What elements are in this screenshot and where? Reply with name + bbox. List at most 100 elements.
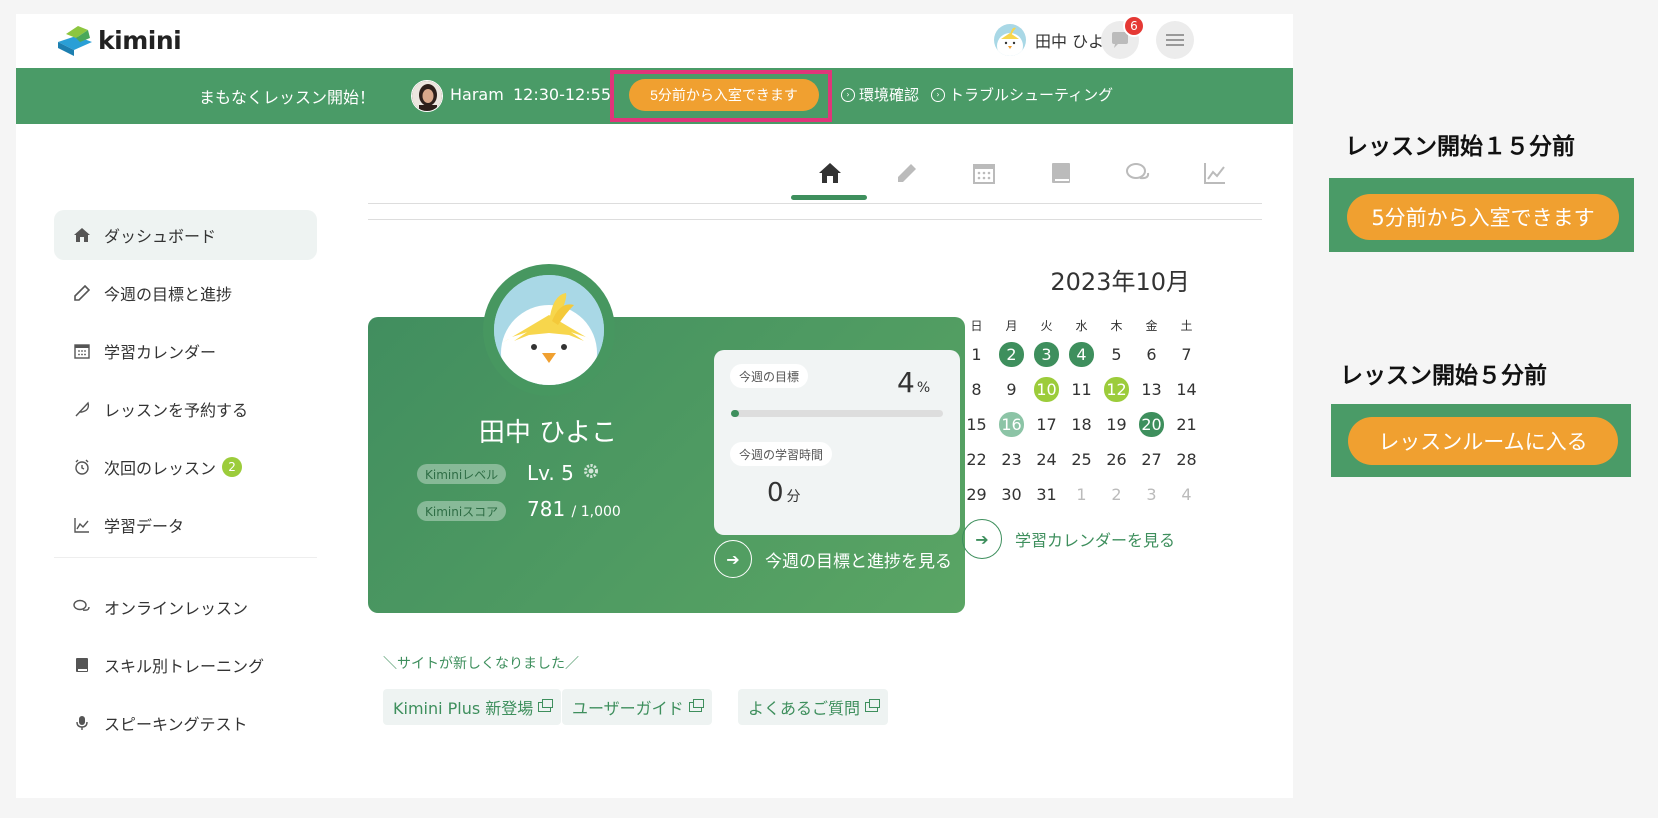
calendar-day[interactable]: 9	[994, 372, 1029, 407]
sidebar-item-label: 今週の目標と進捗	[104, 285, 233, 304]
calendar-day[interactable]: 13	[1134, 372, 1169, 407]
gear-icon[interactable]	[582, 462, 600, 484]
calendar-icon	[72, 341, 92, 361]
troubleshooting-link[interactable]: › トラブルシューティング	[931, 84, 1113, 105]
calendar-day[interactable]: 1	[1064, 477, 1099, 512]
calendar-day[interactable]: 29	[959, 477, 994, 512]
home-icon	[818, 163, 841, 183]
calendar-day[interactable]: 8	[959, 372, 994, 407]
calendar-day-number: 1	[1076, 485, 1087, 504]
calendar-day-number: 31	[1036, 485, 1057, 504]
sidebar-item-label: 次回のレッスン	[104, 459, 217, 478]
profile-avatar-ring	[483, 264, 615, 396]
calendar-day[interactable]: 3	[1029, 337, 1064, 372]
weekly-goal-progress-bar	[731, 410, 943, 417]
calendar-day[interactable]: 31	[1029, 477, 1064, 512]
environment-check-link[interactable]: › 環境確認	[841, 84, 919, 105]
calendar-day[interactable]: 30	[994, 477, 1029, 512]
kimini-score-label: Kiminiスコア	[417, 501, 507, 521]
sidebar-item-label: スピーキングテスト	[104, 715, 248, 734]
calendar-day[interactable]: 10	[1029, 372, 1064, 407]
tab-training[interactable]	[1022, 149, 1099, 197]
calendar-day-number: 30	[1001, 485, 1022, 504]
calendar-day[interactable]: 17	[1029, 407, 1064, 442]
kimini-plus-link[interactable]: Kimini Plus 新登場	[383, 689, 562, 725]
calendar-day[interactable]: 26	[1099, 442, 1134, 477]
calendar-day[interactable]: 21	[1169, 407, 1204, 442]
menu-icon	[1166, 34, 1184, 46]
tab-weekly-goal[interactable]	[868, 149, 945, 197]
annotation-15min-button[interactable]: 5分前から入室できます	[1347, 194, 1619, 240]
user-guide-link[interactable]: ユーザーガイド	[562, 689, 712, 725]
calendar-day[interactable]: 22	[959, 442, 994, 477]
kimini-score: 781 / 1,000	[527, 497, 621, 521]
calendar-day[interactable]: 11	[1064, 372, 1099, 407]
tab-home[interactable]	[791, 149, 868, 200]
faq-label: よくあるご質問	[748, 699, 861, 718]
calendar-day[interactable]: 4	[1169, 477, 1204, 512]
sidebar-item-speaking-test[interactable]: スピーキングテスト	[54, 698, 317, 748]
weekly-goal-link[interactable]: ➔ 今週の目標と進捗を見る	[714, 540, 952, 578]
calendar-day[interactable]: 1	[959, 337, 994, 372]
calendar-day[interactable]: 4	[1064, 337, 1099, 372]
sidebar-item-weekly-goal[interactable]: 今週の目標と進捗	[54, 268, 317, 318]
calendar-day-number: 8	[971, 380, 982, 399]
calendar-day-number: 10	[1034, 377, 1059, 402]
study-time-label: 今週の学習時間	[730, 442, 833, 466]
messages-button[interactable]: 6	[1101, 15, 1145, 59]
tab-calendar[interactable]	[945, 149, 1022, 197]
user-avatar	[994, 24, 1026, 56]
calendar-day[interactable]: 5	[1099, 337, 1134, 372]
kimini-plus-label: Kimini Plus 新登場	[393, 699, 534, 718]
calendar-weekday: 水	[1075, 318, 1088, 333]
calendar-day[interactable]: 15	[959, 407, 994, 442]
sidebar-item-next-lesson[interactable]: 次回のレッスン 2	[54, 442, 317, 492]
calendar-day[interactable]: 19	[1099, 407, 1134, 442]
calendar-day[interactable]: 6	[1134, 337, 1169, 372]
calendar-day[interactable]: 3	[1134, 477, 1169, 512]
calendar-day[interactable]: 14	[1169, 372, 1204, 407]
faq-link[interactable]: よくあるご質問	[738, 689, 889, 725]
calendar-weekday: 月	[1005, 318, 1018, 333]
calendar-day[interactable]: 27	[1134, 442, 1169, 477]
calendar-day[interactable]: 24	[1029, 442, 1064, 477]
weekly-goal-label: 今週の目標	[730, 364, 809, 388]
sidebar-nav: ダッシュボード 今週の目標と進捗 学習カレンダー レッスンを予約する 次回のレッ…	[54, 210, 317, 558]
calendar-day[interactable]: 2	[1099, 477, 1134, 512]
calendar-day-number: 2	[1111, 485, 1122, 504]
home-icon	[72, 225, 92, 245]
calendar-day[interactable]: 25	[1064, 442, 1099, 477]
calendar-day[interactable]: 28	[1169, 442, 1204, 477]
sidebar-item-label: 学習カレンダー	[104, 343, 217, 362]
kimini-logo[interactable]: kimini	[54, 24, 182, 56]
calendar-day-number: 27	[1141, 450, 1162, 469]
calendar-day[interactable]: 18	[1064, 407, 1099, 442]
calendar-day-number: 16	[999, 412, 1024, 437]
hamburger-menu-button[interactable]	[1156, 21, 1194, 59]
chart-icon	[1203, 163, 1225, 184]
sidebar-item-book-lesson[interactable]: レッスンを予約する	[54, 384, 317, 434]
calendar-day[interactable]: 7	[1169, 337, 1204, 372]
sidebar-divider	[54, 557, 317, 558]
calendar-day[interactable]: 12	[1099, 372, 1134, 407]
calendar-day[interactable]: 16	[994, 407, 1029, 442]
annotation-5min-button[interactable]: レッスンルームに入る	[1348, 417, 1618, 465]
sidebar-item-online-lesson[interactable]: オンラインレッスン	[54, 582, 317, 632]
calendar-day[interactable]: 23	[994, 442, 1029, 477]
calendar-day[interactable]: 20	[1134, 407, 1169, 442]
sidebar-item-learning-data[interactable]: 学習データ	[54, 500, 317, 550]
calendar-link[interactable]: ➔ 学習カレンダーを見る	[962, 519, 1175, 559]
sidebar-item-dashboard[interactable]: ダッシュボード	[54, 210, 317, 260]
calendar-day-number: 14	[1176, 380, 1197, 399]
sidebar-secondary-nav: オンラインレッスン スキル別トレーニング スピーキングテスト	[54, 582, 317, 756]
tab-learning-data[interactable]	[1176, 149, 1253, 197]
site-renewal-notice: ＼サイトが新しくなりました／	[383, 656, 579, 672]
sidebar-item-calendar[interactable]: 学習カレンダー	[54, 326, 317, 376]
calendar-day-number: 12	[1104, 377, 1129, 402]
calendar-day[interactable]: 2	[994, 337, 1029, 372]
calendar-weekday: 木	[1110, 318, 1123, 333]
kimini-score-value: 781	[527, 497, 566, 521]
enter-room-button[interactable]: 5分前から入室できます	[629, 79, 819, 111]
tab-lesson[interactable]	[1099, 149, 1176, 197]
sidebar-item-skill-training[interactable]: スキル別トレーニング	[54, 640, 317, 690]
